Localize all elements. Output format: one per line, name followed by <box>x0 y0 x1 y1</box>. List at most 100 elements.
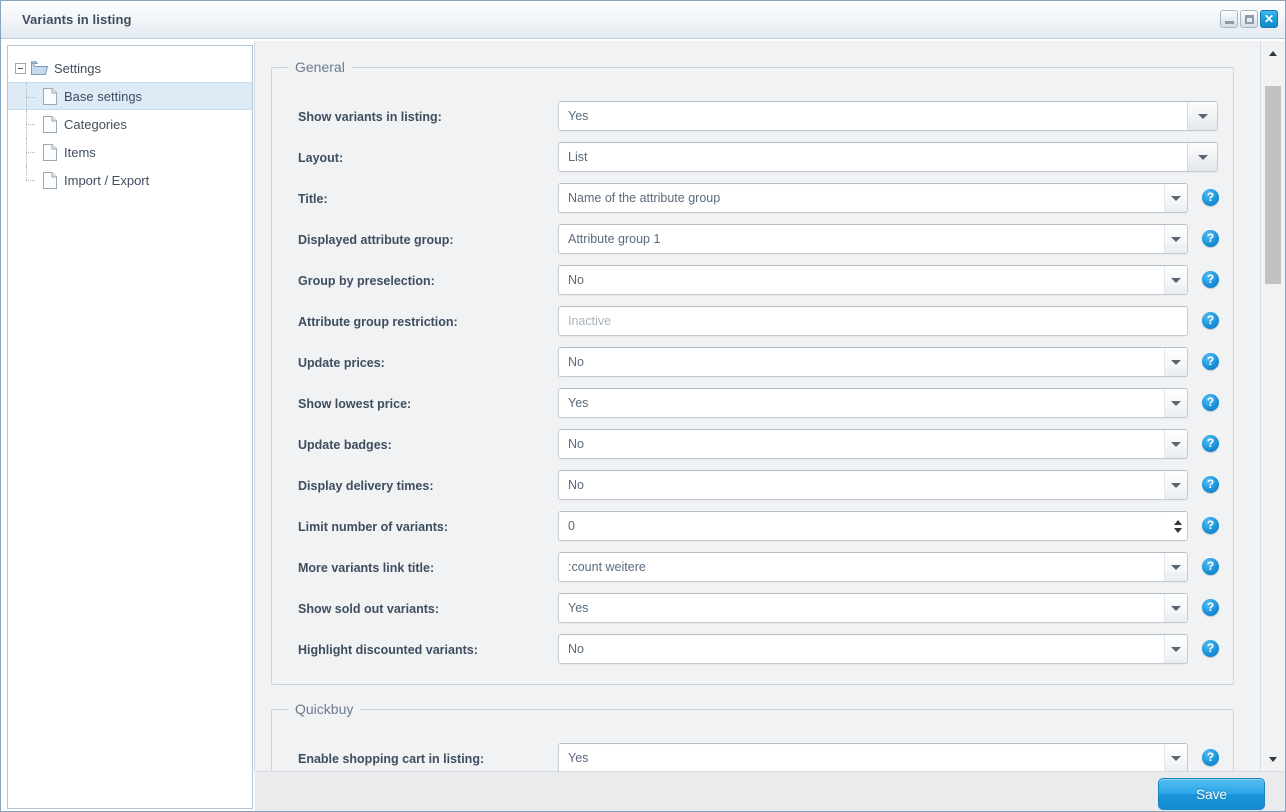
sidebar-item-base-settings[interactable]: Base settings <box>8 82 252 111</box>
folder-icon <box>31 61 49 75</box>
field-label-show-sold-out-variants: Show sold out variants: <box>298 602 439 616</box>
chevron-down-icon <box>1171 277 1181 283</box>
field-value-show-sold-out-variants: Yes <box>568 601 589 615</box>
window-titlebar: Variants in listing ✕ <box>1 1 1285 39</box>
help-icon-enable-shopping-cart-in-listing[interactable]: ? <box>1202 749 1219 766</box>
dropdown-toggle-layout[interactable] <box>1187 143 1217 171</box>
spinner-down-icon[interactable] <box>1173 527 1182 533</box>
close-button[interactable]: ✕ <box>1260 10 1278 28</box>
select-group-by-preselection[interactable]: No <box>558 265 1188 295</box>
chevron-down-icon <box>1269 756 1277 762</box>
field-value-more-variants-link-title: :count weitere <box>568 560 646 574</box>
sidebar-item-categories[interactable]: Categories <box>8 110 252 138</box>
select-more-variants-link-title[interactable]: :count weitere <box>558 552 1188 582</box>
sidebar-item-import-export[interactable]: Import / Export <box>8 166 252 194</box>
fieldset-general: General Show variants in listing: Yes Layo… <box>271 59 1234 685</box>
vertical-scrollbar[interactable] <box>1260 41 1284 771</box>
chevron-down-icon <box>1171 564 1181 570</box>
field-label-title: Title: <box>298 192 328 206</box>
dropdown-toggle-group-by-preselection[interactable] <box>1164 266 1187 294</box>
dialog-footer: Save <box>255 771 1285 811</box>
select-update-prices[interactable]: No <box>558 347 1188 377</box>
dropdown-toggle-highlight-discounted-variants[interactable] <box>1164 635 1187 663</box>
collapse-toggle-icon[interactable] <box>15 62 26 74</box>
field-value-limit-number-of-variants: 0 <box>568 519 575 533</box>
field-label-layout: Layout: <box>298 151 344 165</box>
dropdown-toggle-show-sold-out-variants[interactable] <box>1164 594 1187 622</box>
help-icon-displayed-attribute-group[interactable]: ? <box>1202 230 1219 247</box>
dropdown-toggle-display-delivery-times[interactable] <box>1164 471 1187 499</box>
chevron-down-icon <box>1171 646 1181 652</box>
maximize-button[interactable] <box>1240 10 1258 28</box>
help-icon-display-delivery-times[interactable]: ? <box>1202 476 1219 493</box>
select-show-sold-out-variants[interactable]: Yes <box>558 593 1188 623</box>
fieldset-legend-quickbuy: Quickbuy <box>295 701 354 717</box>
tree-node-settings[interactable]: Settings <box>8 54 252 82</box>
help-icon-update-badges[interactable]: ? <box>1202 435 1219 452</box>
fieldset-legend-general: General <box>295 59 345 75</box>
chevron-down-icon <box>1171 195 1181 201</box>
help-icon-highlight-discounted-variants[interactable]: ? <box>1202 640 1219 657</box>
select-highlight-discounted-variants[interactable]: No <box>558 634 1188 664</box>
field-label-show-lowest-price: Show lowest price: <box>298 397 412 411</box>
sidebar-item-label: Base settings <box>64 88 143 104</box>
select-display-delivery-times[interactable]: No <box>558 470 1188 500</box>
field-label-update-badges: Update badges: <box>298 438 392 452</box>
sidebar-item-items[interactable]: Items <box>8 138 252 166</box>
field-value-show-lowest-price: Yes <box>568 396 589 410</box>
dropdown-toggle-enable-shopping-cart-in-listing[interactable] <box>1164 744 1187 771</box>
scroll-down-button[interactable] <box>1261 749 1285 769</box>
select-update-badges[interactable]: No <box>558 429 1188 459</box>
select-enable-shopping-cart-in-listing[interactable]: Yes <box>558 743 1188 771</box>
sidebar-item-label: Import / Export <box>64 172 150 188</box>
field-label-enable-shopping-cart-in-listing: Enable shopping cart in listing: <box>298 752 485 766</box>
help-icon-group-by-preselection[interactable]: ? <box>1202 271 1219 288</box>
file-icon <box>43 87 57 105</box>
chevron-down-icon <box>1171 441 1181 447</box>
dropdown-toggle-title[interactable] <box>1164 184 1187 212</box>
spinner-limit-number-of-variants[interactable] <box>1168 512 1187 540</box>
window-controls: ✕ <box>1220 10 1278 28</box>
chevron-down-icon <box>1197 154 1208 160</box>
dropdown-toggle-update-prices[interactable] <box>1164 348 1187 376</box>
field-label-update-prices: Update prices: <box>298 356 385 370</box>
select-layout[interactable]: List <box>558 142 1218 172</box>
field-label-displayed-attribute-group: Displayed attribute group: <box>298 233 454 247</box>
help-icon-show-sold-out-variants[interactable]: ? <box>1202 599 1219 616</box>
input-attribute-group-restriction[interactable]: Inactive <box>558 306 1188 336</box>
help-icon-show-lowest-price[interactable]: ? <box>1202 394 1219 411</box>
dropdown-toggle-update-badges[interactable] <box>1164 430 1187 458</box>
spinner-up-icon[interactable] <box>1173 519 1182 525</box>
help-icon-more-variants-link-title[interactable]: ? <box>1202 558 1219 575</box>
select-limit-number-of-variants[interactable]: 0 <box>558 511 1188 541</box>
field-value-update-prices: No <box>568 355 584 369</box>
save-button[interactable]: Save <box>1158 778 1265 810</box>
field-value-enable-shopping-cart-in-listing: Yes <box>568 751 589 765</box>
chevron-down-icon <box>1171 400 1181 406</box>
field-label-attribute-group-restriction: Attribute group restriction: <box>298 315 458 329</box>
select-show-variants-in-listing[interactable]: Yes <box>558 101 1218 131</box>
field-label-highlight-discounted-variants: Highlight discounted variants: <box>298 643 478 657</box>
help-icon-limit-number-of-variants[interactable]: ? <box>1202 517 1219 534</box>
tree-guide-elbow <box>26 124 35 125</box>
scroll-up-button[interactable] <box>1261 43 1285 63</box>
help-icon-title[interactable]: ? <box>1202 189 1219 206</box>
file-icon <box>43 171 57 189</box>
field-value-title: Name of the attribute group <box>568 191 721 205</box>
help-icon-attribute-group-restriction[interactable]: ? <box>1202 312 1219 329</box>
tree-node-label: Settings <box>54 60 101 76</box>
dropdown-toggle-more-variants-link-title[interactable] <box>1164 553 1187 581</box>
dropdown-toggle-displayed-attribute-group[interactable] <box>1164 225 1187 253</box>
scrollbar-thumb[interactable] <box>1265 86 1281 284</box>
field-value-update-badges: No <box>568 437 584 451</box>
select-displayed-attribute-group[interactable]: Attribute group 1 <box>558 224 1188 254</box>
dropdown-toggle-show-lowest-price[interactable] <box>1164 389 1187 417</box>
select-show-lowest-price[interactable]: Yes <box>558 388 1188 418</box>
sidebar-item-label: Categories <box>64 116 127 132</box>
fieldset-quickbuy: Quickbuy Enable shopping cart in listing… <box>271 701 1234 771</box>
select-title[interactable]: Name of the attribute group <box>558 183 1188 213</box>
minimize-button[interactable] <box>1220 10 1238 28</box>
dropdown-toggle-show-variants-in-listing[interactable] <box>1187 102 1217 130</box>
help-icon-update-prices[interactable]: ? <box>1202 353 1219 370</box>
tree-guide-elbow <box>26 180 35 181</box>
